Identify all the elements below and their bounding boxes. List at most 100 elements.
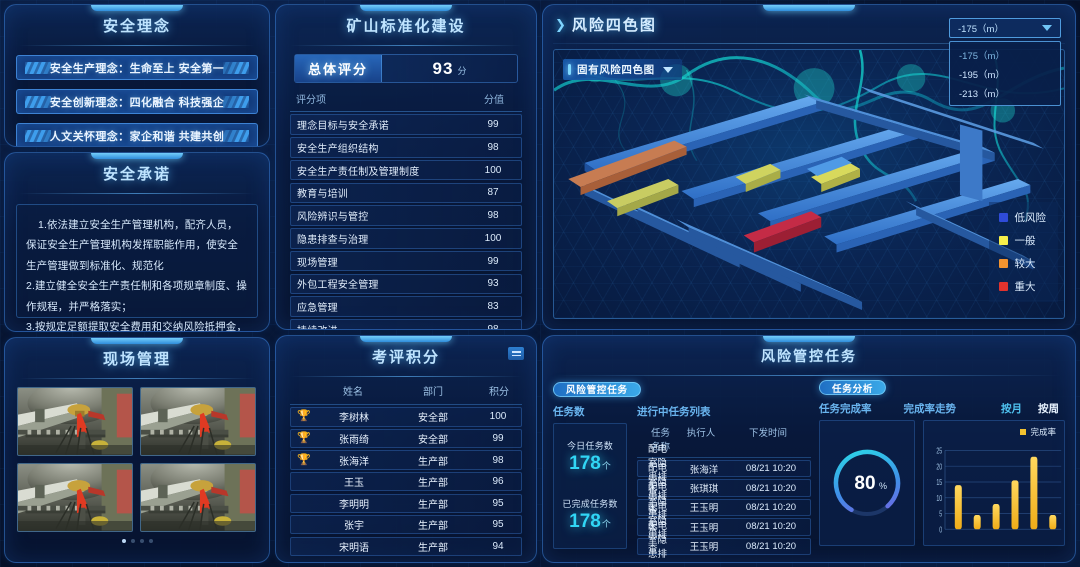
camera-thumbnail[interactable] [17, 463, 133, 532]
table-row[interactable]: 安全生产责任制及管理制度 100 [290, 159, 522, 181]
legend-label: 重大 [1014, 281, 1036, 293]
camera-thumbnail[interactable] [17, 387, 133, 456]
row-points: 100 [489, 411, 507, 423]
row-exec: 王玉明 [689, 522, 719, 534]
overall-score-label: 总体评分 [295, 55, 383, 82]
level-select-current[interactable]: -175（m） [949, 18, 1061, 38]
kpi-value: 178个 [567, 452, 613, 476]
row-score: 87 [487, 187, 499, 199]
table-row[interactable]: 🏆 张雨绮 安全部 99 [290, 428, 522, 449]
row-points: 95 [492, 519, 504, 531]
column-rank [290, 383, 316, 398]
tab-by-month[interactable]: 按月 [1001, 401, 1022, 416]
kpi-today: 今日任务数 178个 [567, 439, 613, 476]
row-score: 99 [487, 118, 499, 130]
axis-tick: 20 [936, 463, 942, 471]
table-row[interactable]: 配电室隐患排查 王玉明 08/21 10:20 [637, 521, 811, 560]
legend-swatch [998, 282, 1008, 291]
tab-task-analysis[interactable]: 任务分析 [819, 380, 887, 395]
carousel-dot[interactable] [139, 539, 144, 543]
row-item: 风险辨识与管控 [297, 212, 369, 224]
table-row[interactable]: 🏆 张海洋 生产部 98 [290, 450, 522, 470]
carousel-dot[interactable] [130, 539, 135, 543]
row-dept: 生产部 [418, 499, 448, 511]
table-row[interactable]: 隐患排查与治理 100 [290, 228, 522, 249]
table-row[interactable]: 宋明语 生产部 94 [290, 536, 522, 557]
row-points: 94 [492, 540, 504, 552]
overall-score-value: 93 分 [382, 59, 517, 79]
concept-row[interactable]: 安全创新理念：四化融合 科技强企 [16, 89, 258, 114]
row-score: 93 [487, 278, 499, 290]
row-task: 配电室隐患排查 [648, 521, 668, 561]
camera-thumbnail[interactable] [140, 463, 256, 532]
row-item: 安全生产责任制及管理制度 [297, 166, 420, 178]
table-row[interactable]: 持续改进 98 [290, 319, 522, 329]
assessment-menu-icon[interactable] [508, 347, 524, 360]
risk-map-panel: ❯ 风险四色图 -175（m） -175（m） -195（m） -213（m） [542, 4, 1076, 330]
axis-tick: 25 [936, 448, 942, 456]
table-row[interactable]: 🏆 李树林 安全部 100 [290, 407, 522, 427]
legend-label: 较大 [1014, 258, 1036, 270]
standardization-table: 评分项 分值 理念目标与安全承诺 99 安全生产组织结构 98 安全生产责任制及管理… [276, 89, 536, 329]
safety-concept-panel: 安全理念 安全生产理念：生命至上 安全第一 安全创新理念：四化融合 科技强企 人… [4, 4, 270, 147]
stripe-decoration-icon [25, 62, 51, 74]
row-item: 教育与培训 [297, 189, 348, 201]
table-row[interactable]: 应急管理 83 [290, 296, 522, 318]
level-option[interactable]: -213（m） [950, 83, 1060, 102]
level-select-value: -175（m） [958, 24, 1004, 35]
concept-row[interactable]: 人文关怀理念：家企和谐 共建共创 [16, 123, 258, 146]
table-row[interactable]: 教育与培训 87 [290, 182, 522, 204]
row-time: 08/21 10:20 [745, 540, 797, 552]
bar [992, 504, 1000, 530]
carousel-dots[interactable] [5, 532, 269, 543]
axis-tick: 15 [936, 479, 942, 487]
site-management-title: 现场管理 [102, 351, 171, 368]
table-row[interactable]: 理念目标与安全承诺 99 [290, 114, 522, 135]
column-item: 评分项 [296, 95, 326, 106]
table-row[interactable]: 张宇 生产部 95 [290, 515, 522, 535]
camera-feed-image [141, 464, 255, 531]
concept-row[interactable]: 安全生产理念：生命至上 安全第一 [16, 55, 258, 80]
period-tabs[interactable]: 按月 按周 [1001, 401, 1065, 416]
row-item: 理念目标与安全承诺 [297, 120, 389, 132]
table-row[interactable]: 李明明 生产部 95 [290, 493, 522, 513]
row-dept: 生产部 [418, 456, 448, 468]
camera-thumbnail[interactable] [140, 387, 256, 456]
safety-concept-list: 安全生产理念：生命至上 安全第一 安全创新理念：四化融合 科技强企 人文关怀理念… [5, 46, 269, 146]
table-row[interactable]: 外包工程安全管理 93 [290, 273, 522, 295]
tab-risk-tasks[interactable]: 风险管控任务 [553, 381, 641, 397]
completion-rate-label: 任务完成率 [819, 403, 872, 415]
bar [1049, 515, 1057, 530]
assessment-title: 考评积分 [371, 349, 440, 366]
left-column: 安全理念 安全生产理念：生命至上 安全第一 安全创新理念：四化融合 科技强企 人… [4, 4, 270, 563]
commitment-paragraph: 2.建立健全安全生产责任制和各项规章制度、操作规程，并严格落实； [26, 280, 247, 313]
table-row[interactable]: 安全生产组织结构 98 [290, 136, 522, 158]
camera-feed-image [141, 388, 255, 455]
charts-row: 80 % 完成率 25 20 15 10 5 0 [819, 420, 1065, 546]
concept-text: 安全创新理念：四化融合 科技强企 [49, 96, 225, 109]
row-dept: 生产部 [418, 478, 448, 490]
table-row[interactable]: 现场管理 99 [290, 250, 522, 272]
row-points: 98 [492, 454, 504, 466]
trophy-icon: 🏆 [297, 410, 311, 423]
risk-tasks-title: 风险管控任务 [761, 348, 857, 364]
divider [290, 45, 522, 46]
table-row[interactable]: 王玉 生产部 96 [290, 471, 522, 492]
row-dept: 安全部 [418, 434, 448, 446]
row-exec: 王玉明 [689, 503, 719, 515]
commitment-paragraph: 1.依法建立安全生产管理机构，配齐人员，保证安全生产管理机构发挥职能作用，使安全… [26, 219, 238, 272]
row-name: 宋明语 [339, 542, 369, 554]
level-option[interactable]: -175（m） [950, 45, 1060, 64]
divider [19, 193, 255, 194]
risk-map-type-selector[interactable]: 固有风险四色图 [563, 59, 682, 80]
table-row[interactable]: 风险辨识与管控 98 [290, 205, 522, 226]
level-option[interactable]: -195（m） [950, 64, 1060, 83]
carousel-dot[interactable] [148, 539, 153, 543]
kpi-unit: 个 [601, 460, 611, 471]
carousel-dot[interactable] [121, 539, 126, 543]
tab-by-week[interactable]: 按周 [1038, 401, 1059, 416]
row-item: 安全生产组织结构 [297, 143, 379, 155]
level-select-options[interactable]: -175（m） -195（m） -213（m） [949, 41, 1061, 106]
risk-map-type-label: 固有风险四色图 [577, 64, 655, 76]
level-select[interactable]: -175（m） -175（m） -195（m） -213（m） [949, 18, 1061, 106]
